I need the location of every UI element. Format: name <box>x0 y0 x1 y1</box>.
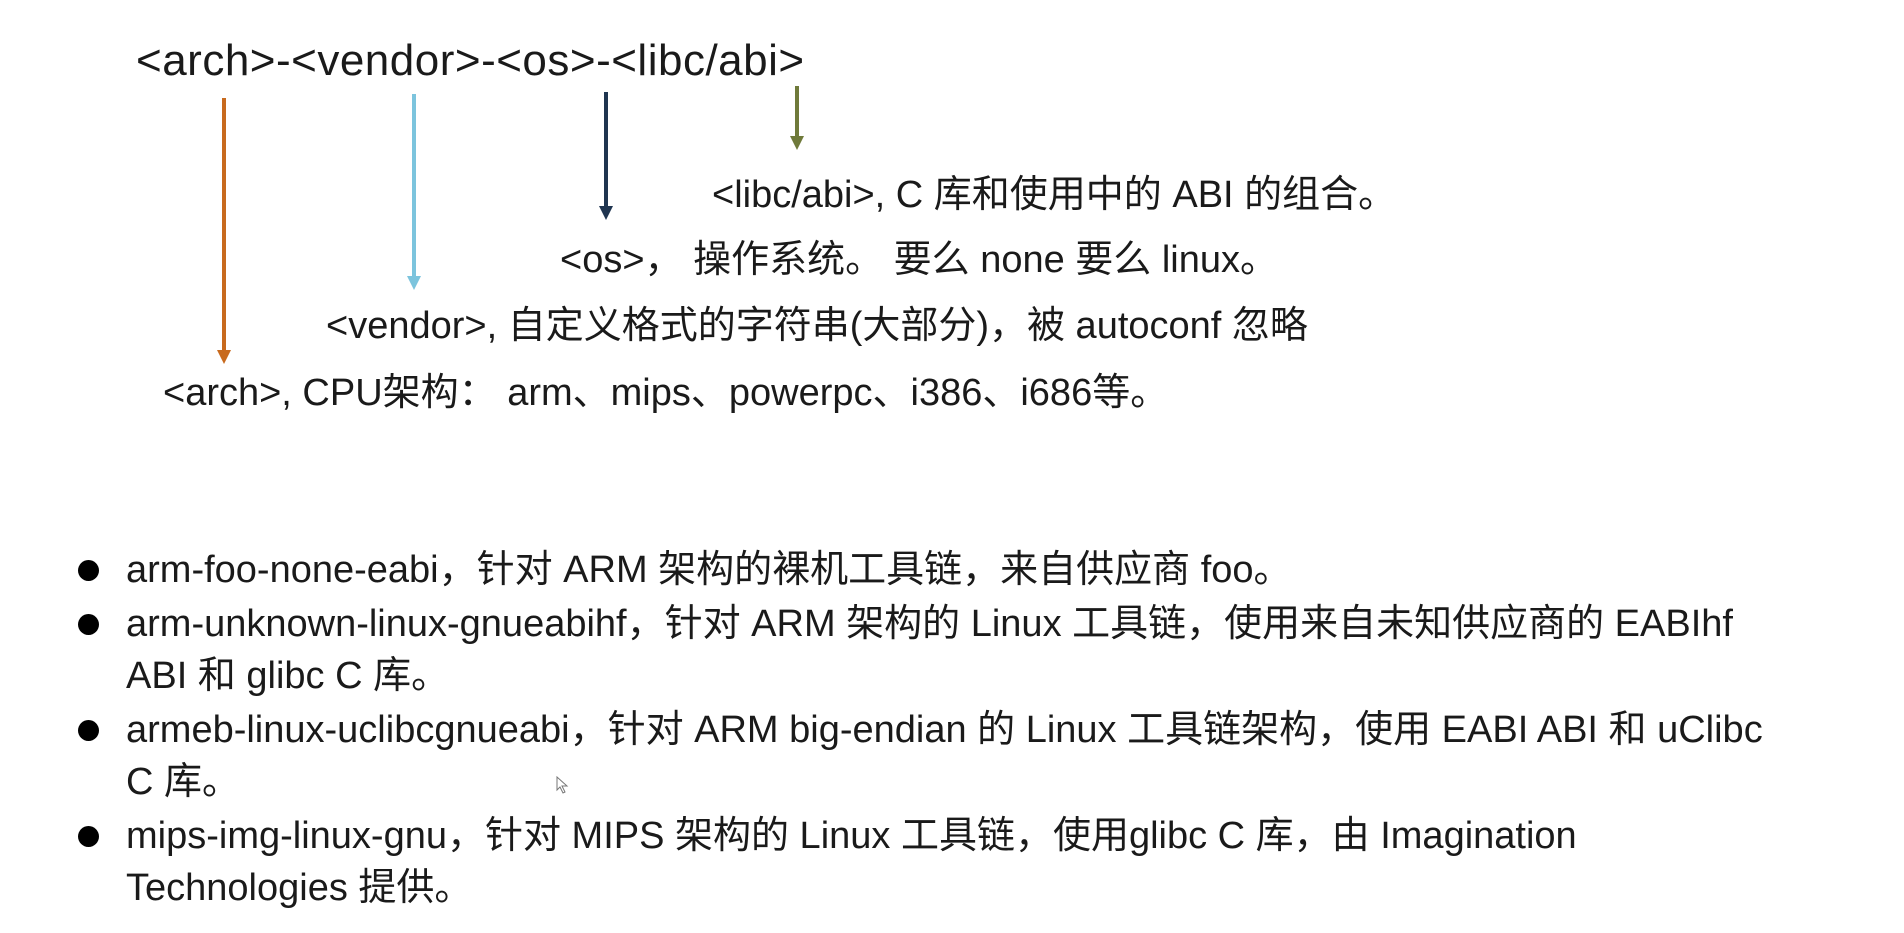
example-list: arm-foo-none-eabi，针对 ARM 架构的裸机工具链，来自供应商 … <box>70 544 1790 916</box>
vendor-arrow <box>407 94 421 290</box>
list-item: armeb-linux-uclibcgnueabi，针对 ARM big-end… <box>70 704 1790 808</box>
list-item: mips-img-linux-gnu，针对 MIPS 架构的 Linux 工具链… <box>70 810 1790 914</box>
vendor-description: <vendor>, 自定义格式的字符串(大部分)，被 autoconf 忽略 <box>326 305 1308 347</box>
os-description: <os>， 操作系统。 要么 none 要么 linux。 <box>560 239 1278 281</box>
slide: <arch>-<vendor>-<os>-<libc/abi> <libc/ab… <box>0 0 1904 933</box>
libc-abi-description: <libc/abi>, C 库和使用中的 ABI 的组合。 <box>712 174 1397 216</box>
arch-description: <arch>, CPU架构： arm、mips、powerpc、i386、i68… <box>163 372 1169 414</box>
bullet-dot-icon <box>78 614 99 635</box>
list-item: arm-foo-none-eabi，针对 ARM 架构的裸机工具链，来自供应商 … <box>70 544 1790 596</box>
bullet-dot-icon <box>78 720 99 741</box>
example-text: arm-foo-none-eabi，针对 ARM 架构的裸机工具链，来自供应商 … <box>126 549 1292 591</box>
mouse-pointer-icon <box>556 776 569 794</box>
bullet-dot-icon <box>78 826 99 847</box>
os-arrow <box>599 92 613 220</box>
example-text: armeb-linux-uclibcgnueabi，针对 ARM big-end… <box>126 709 1763 803</box>
example-text: arm-unknown-linux-gnueabihf，针对 ARM 架构的 L… <box>126 603 1733 697</box>
libc-abi-arrow <box>790 86 804 150</box>
bullet-dot-icon <box>78 560 99 581</box>
example-text: mips-img-linux-gnu，针对 MIPS 架构的 Linux 工具链… <box>126 815 1577 909</box>
arch-arrow <box>217 98 231 364</box>
list-item: arm-unknown-linux-gnueabihf，针对 ARM 架构的 L… <box>70 598 1790 702</box>
